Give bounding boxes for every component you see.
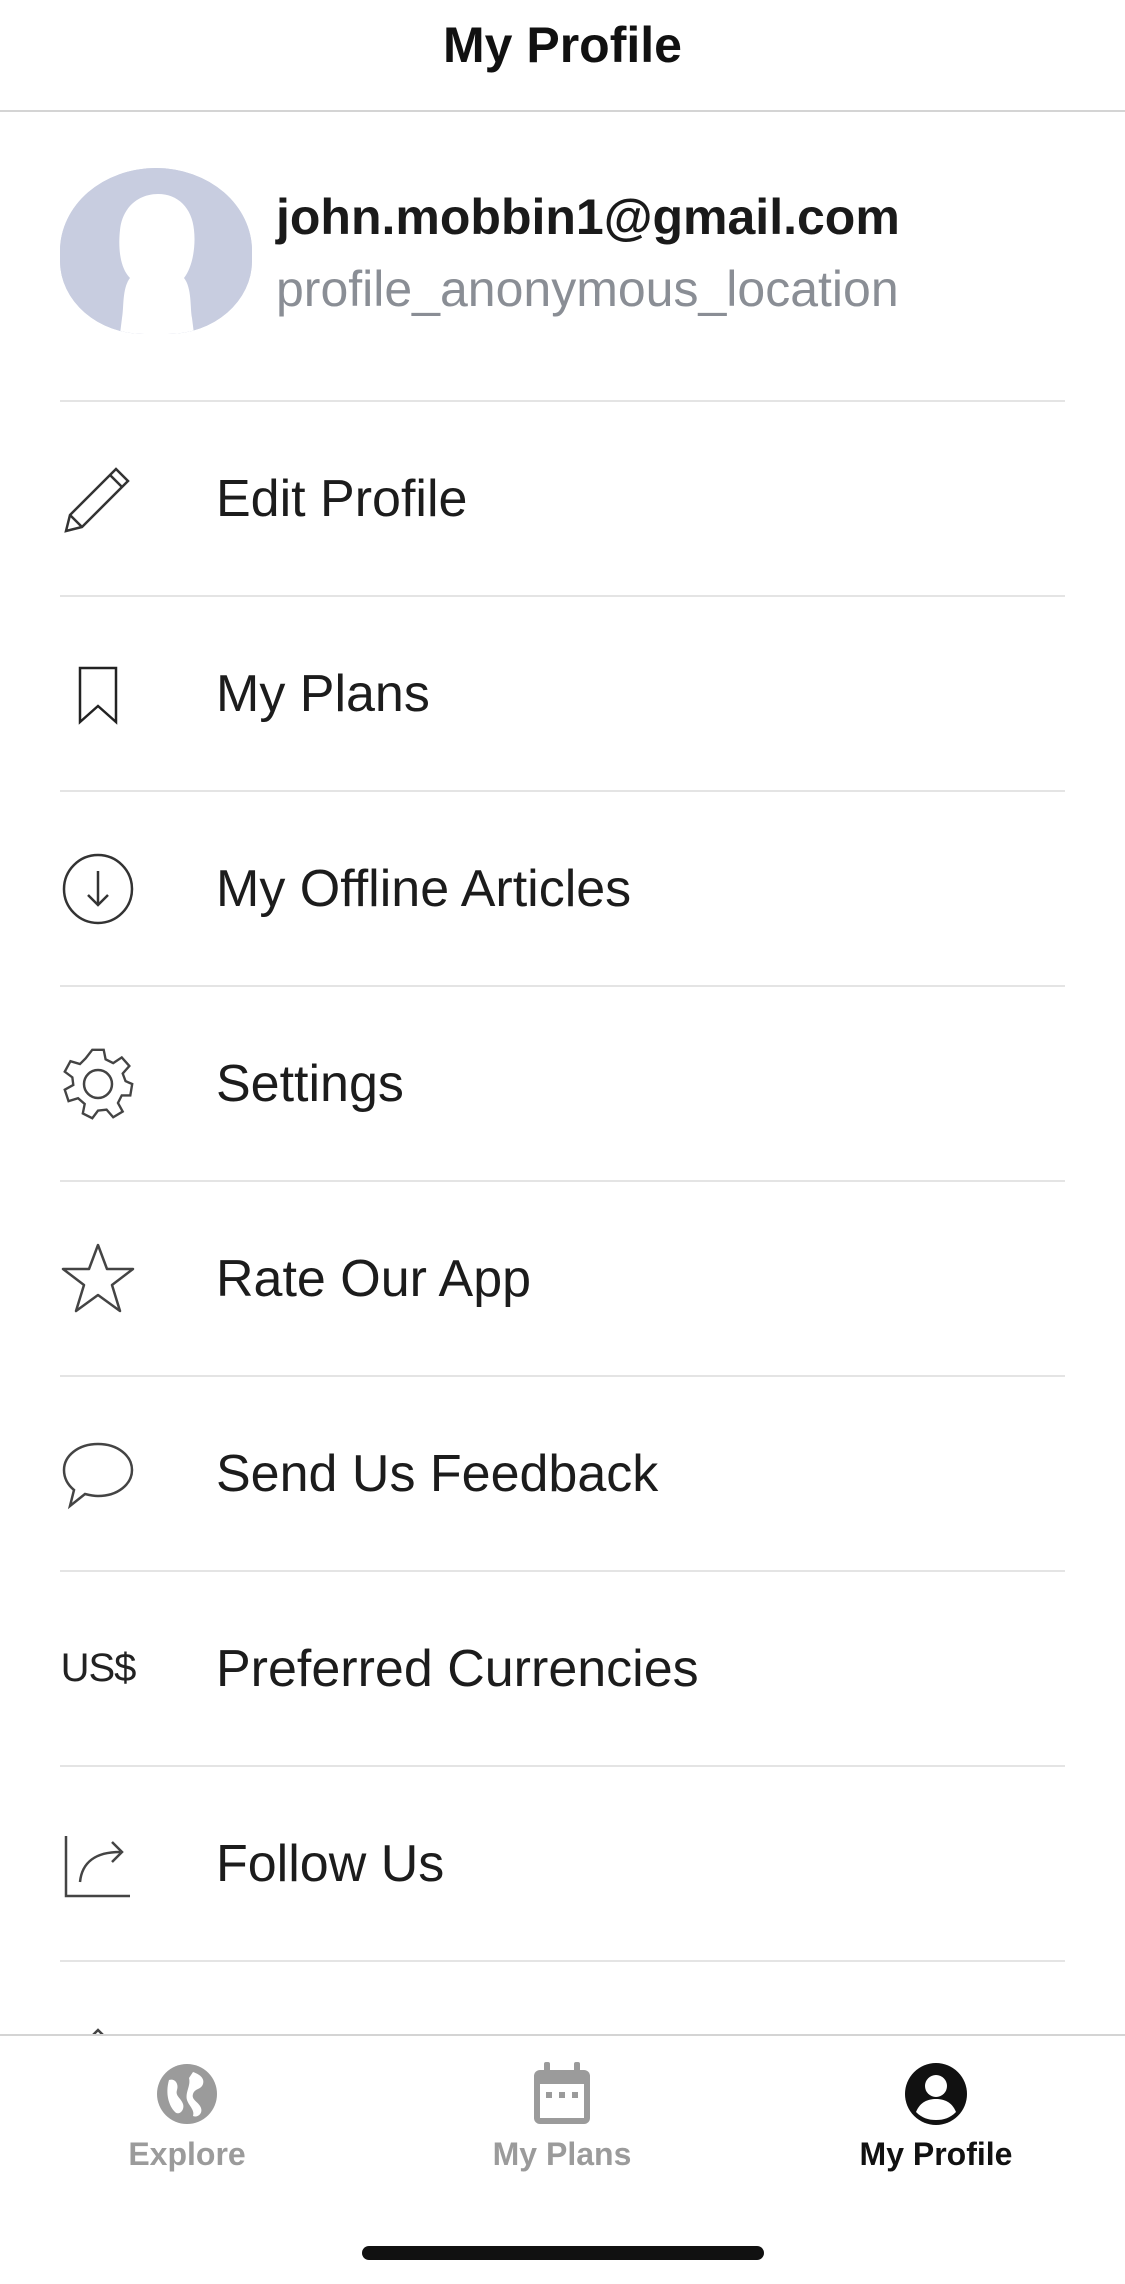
menu-item-rate-app[interactable]: Rate Our App bbox=[60, 1180, 1065, 1375]
menu-item-label: Settings bbox=[216, 1054, 404, 1113]
menu-item-partial[interactable] bbox=[60, 1960, 1065, 2040]
tab-my-plans[interactable]: My Plans bbox=[432, 2062, 692, 2173]
home-indicator bbox=[362, 2246, 764, 2260]
currency-icon: US$ bbox=[60, 1646, 137, 1690]
pencil-icon bbox=[60, 461, 136, 537]
menu-item-preferred-currencies[interactable]: US$ Preferred Currencies bbox=[60, 1570, 1065, 1765]
page-title: My Profile bbox=[443, 17, 682, 73]
gear-icon bbox=[60, 1046, 136, 1122]
menu-item-edit-profile[interactable]: Edit Profile bbox=[60, 400, 1065, 595]
tab-label: Explore bbox=[128, 2136, 246, 2172]
profile-location: profile_anonymous_location bbox=[276, 261, 899, 317]
menu-item-settings[interactable]: Settings bbox=[60, 985, 1065, 1180]
menu-item-label: Edit Profile bbox=[216, 469, 468, 528]
bookmark-icon bbox=[60, 656, 136, 732]
menu-item-label: Rate Our App bbox=[216, 1249, 532, 1308]
menu-item-label: My Plans bbox=[216, 664, 430, 723]
speech-bubble-icon bbox=[60, 1436, 136, 1512]
menu-item-label: My Offline Articles bbox=[216, 859, 632, 918]
nav-header: My Profile bbox=[0, 0, 1125, 112]
profile-email: john.mobbin1@gmail.com bbox=[276, 189, 900, 245]
tab-explore[interactable]: Explore bbox=[57, 2062, 317, 2173]
globe-icon bbox=[157, 2064, 217, 2124]
star-icon bbox=[60, 1241, 136, 1317]
menu-item-offline-articles[interactable]: My Offline Articles bbox=[60, 790, 1065, 985]
tab-my-profile[interactable]: My Profile bbox=[806, 2062, 1066, 2173]
calendar-icon bbox=[534, 2062, 590, 2124]
menu-item-label: Send Us Feedback bbox=[216, 1444, 659, 1503]
person-circle-icon bbox=[905, 2063, 967, 2125]
menu-item-label: Follow Us bbox=[216, 1834, 445, 1893]
share-icon bbox=[60, 1826, 136, 1902]
profile-menu: Edit Profile My Plans My Offline Article… bbox=[60, 400, 1065, 2040]
menu-item-my-plans[interactable]: My Plans bbox=[60, 595, 1065, 790]
tab-label: My Plans bbox=[492, 2136, 632, 2172]
menu-item-label: Preferred Currencies bbox=[216, 1639, 699, 1698]
menu-item-send-feedback[interactable]: Send Us Feedback bbox=[60, 1375, 1065, 1570]
profile-card[interactable]: john.mobbin1@gmail.com profile_anonymous… bbox=[60, 168, 1065, 400]
tab-label: My Profile bbox=[859, 2136, 1013, 2172]
menu-item-follow-us[interactable]: Follow Us bbox=[60, 1765, 1065, 1960]
download-circle-icon bbox=[60, 851, 136, 927]
avatar[interactable] bbox=[60, 168, 252, 334]
